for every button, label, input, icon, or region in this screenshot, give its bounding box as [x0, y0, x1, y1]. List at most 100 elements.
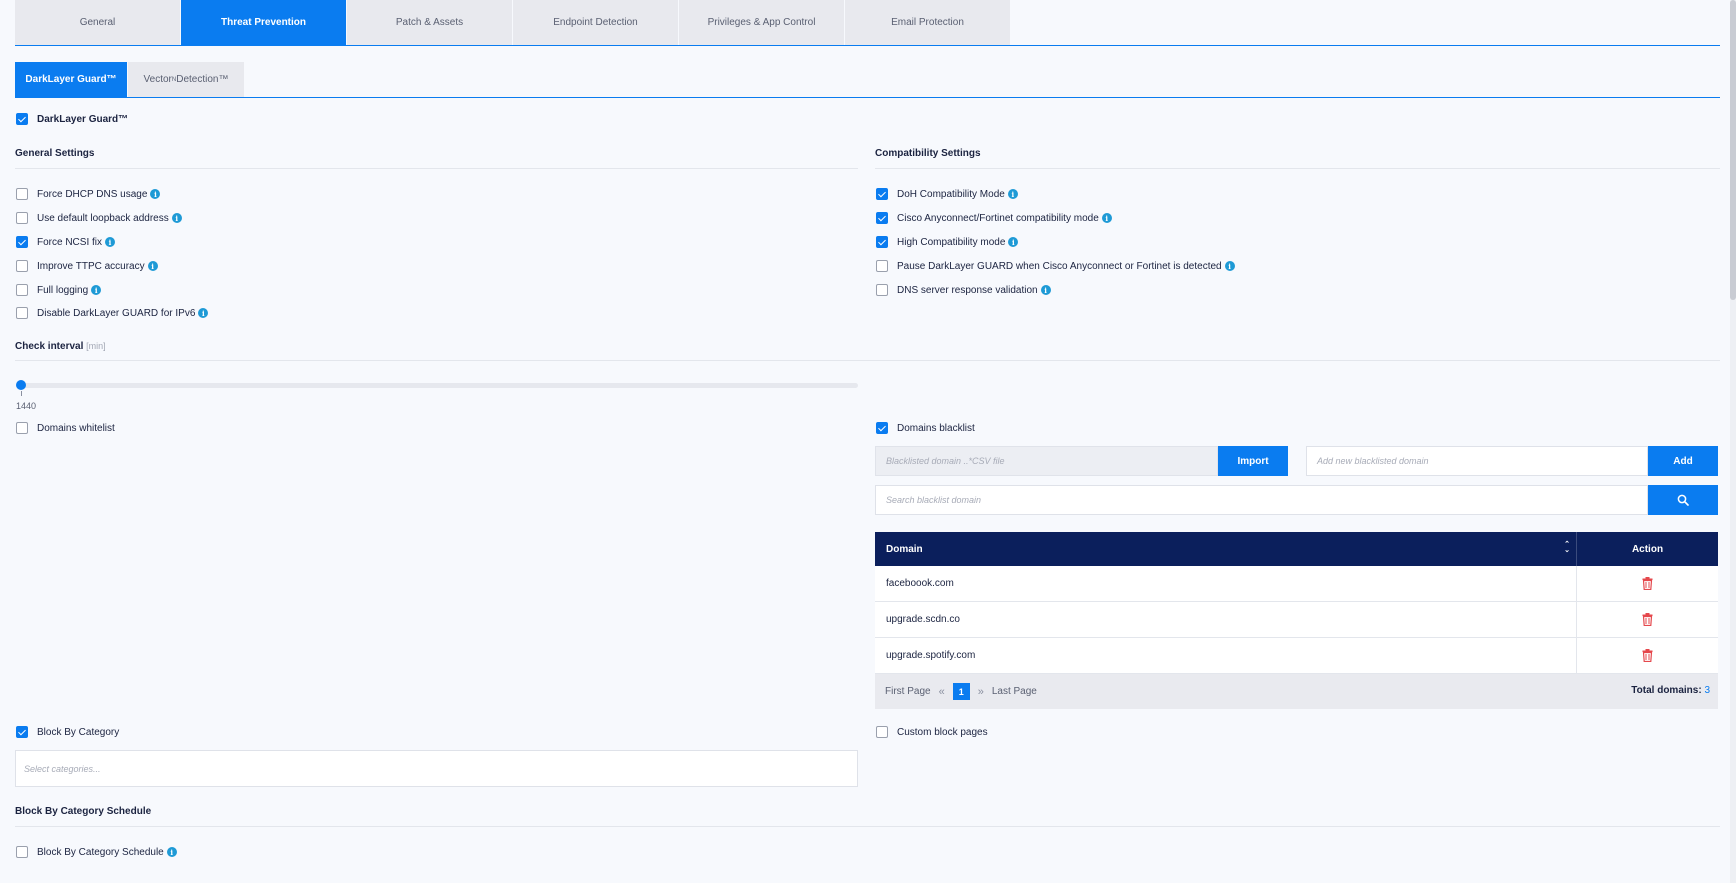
last-page-link[interactable]: Last Page	[992, 686, 1037, 697]
blacklist-table: Domain ⌃ ⌄ Action faceboook.com upgrade.s…	[875, 532, 1718, 709]
block-by-category-checkbox[interactable]	[16, 726, 28, 738]
default-loopback-checkbox[interactable]	[16, 212, 28, 224]
info-icon[interactable]: i	[1008, 237, 1019, 247]
high-compat-label: High Compatibility mode	[897, 236, 1006, 248]
info-icon[interactable]: i	[91, 285, 102, 295]
next-page-icon[interactable]: »	[978, 686, 984, 698]
info-icon[interactable]: i	[1007, 189, 1018, 199]
import-button[interactable]: Import	[1218, 446, 1288, 476]
high-compat-row[interactable]: High Compatibility mode i	[876, 235, 1019, 249]
custom-block-pages-row[interactable]: Custom block pages	[876, 725, 988, 739]
tab-threat-prevention[interactable]: Threat Prevention	[181, 0, 346, 45]
default-loopback-label: Use default loopback address	[37, 212, 169, 224]
force-ncsi-checkbox[interactable]	[16, 236, 28, 248]
tab-endpoint-detection[interactable]: Endpoint Detection	[513, 0, 678, 45]
pause-guard-checkbox[interactable]	[876, 260, 888, 272]
category-select[interactable]: Select categories...	[15, 750, 858, 787]
doh-compat-row[interactable]: DoH Compatibility Mode i	[876, 187, 1018, 201]
dns-validation-row[interactable]: DNS server response validation i	[876, 283, 1051, 297]
domains-blacklist-row[interactable]: Domains blacklist	[876, 421, 975, 435]
cisco-compat-row[interactable]: Cisco Anyconnect/Fortinet compatibility …	[876, 211, 1112, 225]
dns-validation-checkbox[interactable]	[876, 284, 888, 296]
subtab-darklayer-guard[interactable]: DarkLayer Guard™	[15, 62, 127, 97]
total-domains-label: Total domains:	[1631, 685, 1702, 696]
first-page-link[interactable]: First Page	[885, 686, 931, 697]
trash-icon[interactable]	[1642, 577, 1653, 590]
subtab-vector-detection[interactable]: Vector N Detection™	[128, 62, 244, 97]
doh-compat-label: DoH Compatibility Mode	[897, 188, 1005, 200]
page-number-current[interactable]: 1	[952, 683, 970, 700]
info-icon[interactable]: i	[198, 308, 209, 318]
add-button[interactable]: Add	[1648, 446, 1718, 476]
doh-compat-checkbox[interactable]	[876, 188, 888, 200]
info-icon[interactable]: i	[105, 237, 116, 247]
prev-page-icon[interactable]: «	[939, 686, 945, 698]
check-interval-slider-thumb[interactable]	[16, 380, 26, 390]
pause-guard-row[interactable]: Pause DarkLayer GUARD when Cisco Anyconn…	[876, 259, 1235, 273]
default-loopback-row[interactable]: Use default loopback address i	[16, 211, 182, 225]
full-logging-label: Full logging	[37, 284, 89, 296]
disable-ipv6-checkbox[interactable]	[16, 307, 28, 319]
sort-icon[interactable]: ⌃ ⌄	[1564, 541, 1570, 554]
info-icon[interactable]: i	[166, 847, 177, 857]
darklayer-guard-checkbox[interactable]	[16, 113, 28, 125]
general-settings-divider	[15, 168, 858, 169]
action-cell	[1577, 602, 1718, 637]
info-icon[interactable]: i	[1224, 261, 1235, 271]
pagination: First Page « 1 » Last Page Total domains…	[875, 674, 1718, 709]
high-compat-checkbox[interactable]	[876, 236, 888, 248]
column-domain-label: Domain	[886, 543, 923, 555]
tab-patch-assets[interactable]: Patch & Assets	[347, 0, 512, 45]
force-dhcp-dns-label: Force DHCP DNS usage	[37, 188, 148, 200]
table-row: upgrade.scdn.co	[875, 602, 1718, 638]
page-scrollbar[interactable]	[1730, 0, 1736, 883]
info-icon[interactable]: i	[171, 213, 182, 223]
check-interval-slider-track[interactable]	[20, 383, 858, 388]
domain-cell: faceboook.com	[875, 566, 1577, 601]
scrollbar-thumb[interactable]	[1730, 0, 1736, 300]
force-ncsi-label: Force NCSI fix	[37, 236, 103, 248]
improve-ttpc-checkbox[interactable]	[16, 260, 28, 272]
tab-privileges-app-control[interactable]: Privileges & App Control	[679, 0, 844, 45]
check-interval-unit: [min]	[86, 341, 106, 351]
full-logging-row[interactable]: Full logging i	[16, 283, 102, 297]
force-dhcp-dns-checkbox[interactable]	[16, 188, 28, 200]
subtab-vector-label: Vector	[143, 74, 172, 85]
tabs-divider	[15, 45, 1720, 46]
darklayer-guard-toggle[interactable]: DarkLayer Guard™	[16, 112, 128, 126]
info-icon[interactable]: i	[1040, 285, 1051, 295]
check-interval-label: Check interval	[15, 341, 84, 352]
block-by-category-label: Block By Category	[37, 726, 120, 738]
compatibility-settings-title: Compatibility Settings	[875, 148, 981, 159]
info-icon[interactable]: i	[150, 189, 161, 199]
block-by-category-row[interactable]: Block By Category	[16, 725, 119, 739]
domains-whitelist-checkbox[interactable]	[16, 422, 28, 434]
subtabs-divider	[15, 97, 1720, 98]
tab-general[interactable]: General	[15, 0, 180, 45]
domains-blacklist-checkbox[interactable]	[876, 422, 888, 434]
check-interval-value: 1440	[16, 401, 37, 411]
force-ncsi-row[interactable]: Force NCSI fix i	[16, 235, 116, 249]
cisco-compat-checkbox[interactable]	[876, 212, 888, 224]
info-icon[interactable]: i	[147, 261, 158, 271]
force-dhcp-dns-row[interactable]: Force DHCP DNS usage i	[16, 187, 161, 201]
blacklist-file-input[interactable]: Blacklisted domain ..*CSV file	[875, 446, 1218, 476]
block-by-category-schedule-row[interactable]: Block By Category Schedule i	[16, 845, 177, 859]
darklayer-guard-label: DarkLayer Guard™	[37, 113, 129, 125]
trash-icon[interactable]	[1642, 649, 1653, 662]
full-logging-checkbox[interactable]	[16, 284, 28, 296]
column-header-domain[interactable]: Domain ⌃ ⌄	[875, 532, 1577, 566]
tab-email-protection[interactable]: Email Protection	[845, 0, 1010, 45]
search-button[interactable]	[1648, 485, 1718, 515]
disable-ipv6-row[interactable]: Disable DarkLayer GUARD for IPv6 i	[16, 306, 209, 320]
add-blacklist-domain-input[interactable]: Add new blacklisted domain	[1306, 446, 1648, 476]
trash-icon[interactable]	[1642, 613, 1653, 626]
disable-ipv6-label: Disable DarkLayer GUARD for IPv6	[37, 307, 196, 319]
block-by-category-schedule-checkbox[interactable]	[16, 846, 28, 858]
improve-ttpc-row[interactable]: Improve TTPC accuracy i	[16, 259, 158, 273]
action-cell	[1577, 566, 1718, 601]
custom-block-pages-checkbox[interactable]	[876, 726, 888, 738]
search-blacklist-input[interactable]: Search blacklist domain	[875, 485, 1648, 515]
domains-whitelist-row[interactable]: Domains whitelist	[16, 421, 115, 435]
info-icon[interactable]: i	[1101, 213, 1112, 223]
